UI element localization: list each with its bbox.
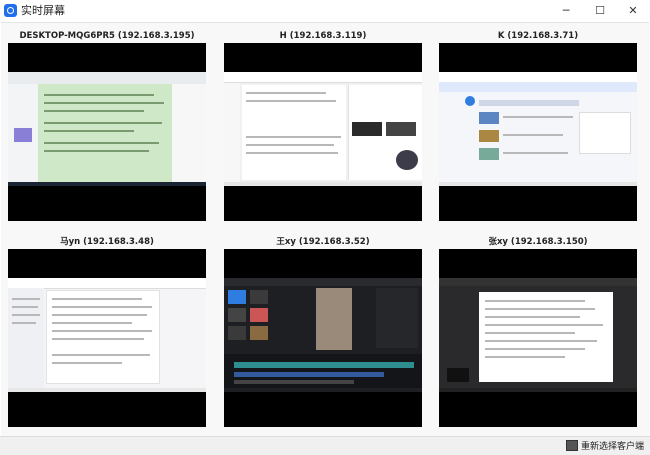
window-title: 实时屏幕	[21, 4, 65, 17]
client-screen[interactable]	[8, 249, 206, 427]
client-tile[interactable]: 王xy (192.168.3.52)	[224, 236, 422, 427]
screen-preview	[224, 72, 422, 186]
screen-preview	[8, 72, 206, 186]
screen-preview	[439, 278, 637, 392]
status-bar: 重新选择客户端	[0, 436, 650, 455]
reselect-clients-button[interactable]: 重新选择客户端	[565, 439, 644, 452]
screen-grid: DESKTOP-MQG6PR5 (192.168.3.195) H (192.1…	[1, 22, 649, 437]
screen-preview	[8, 278, 206, 392]
app-logo-icon	[4, 4, 17, 17]
client-screen[interactable]	[439, 249, 637, 427]
client-tile[interactable]: DESKTOP-MQG6PR5 (192.168.3.195)	[8, 30, 206, 221]
minimize-button[interactable]: ─	[550, 0, 582, 20]
screen-preview	[224, 278, 422, 392]
client-screen[interactable]	[224, 249, 422, 427]
client-name: 马yn (192.168.3.48)	[60, 237, 154, 247]
screen-preview	[439, 72, 637, 186]
close-button[interactable]: ✕	[617, 0, 649, 20]
client-screen[interactable]	[439, 43, 637, 221]
client-name: 张xy (192.168.3.150)	[488, 237, 588, 247]
client-screen[interactable]	[224, 43, 422, 221]
client-name: K (192.168.3.71)	[497, 31, 579, 41]
client-tile[interactable]: 马yn (192.168.3.48)	[8, 236, 206, 427]
maximize-button[interactable]: ☐	[584, 0, 616, 20]
monitor-icon	[565, 440, 578, 451]
client-tile[interactable]: H (192.168.3.119)	[224, 30, 422, 221]
client-name: 王xy (192.168.3.52)	[276, 237, 370, 247]
client-tile[interactable]: 张xy (192.168.3.150)	[439, 236, 637, 427]
client-tile[interactable]: K (192.168.3.71)	[439, 30, 637, 221]
client-screen[interactable]	[8, 43, 206, 221]
client-name: H (192.168.3.119)	[279, 31, 367, 41]
title-bar: 实时屏幕 ─ ☐ ✕	[0, 0, 650, 22]
client-name: DESKTOP-MQG6PR5 (192.168.3.195)	[19, 31, 195, 41]
reselect-label: 重新选择客户端	[580, 442, 644, 452]
